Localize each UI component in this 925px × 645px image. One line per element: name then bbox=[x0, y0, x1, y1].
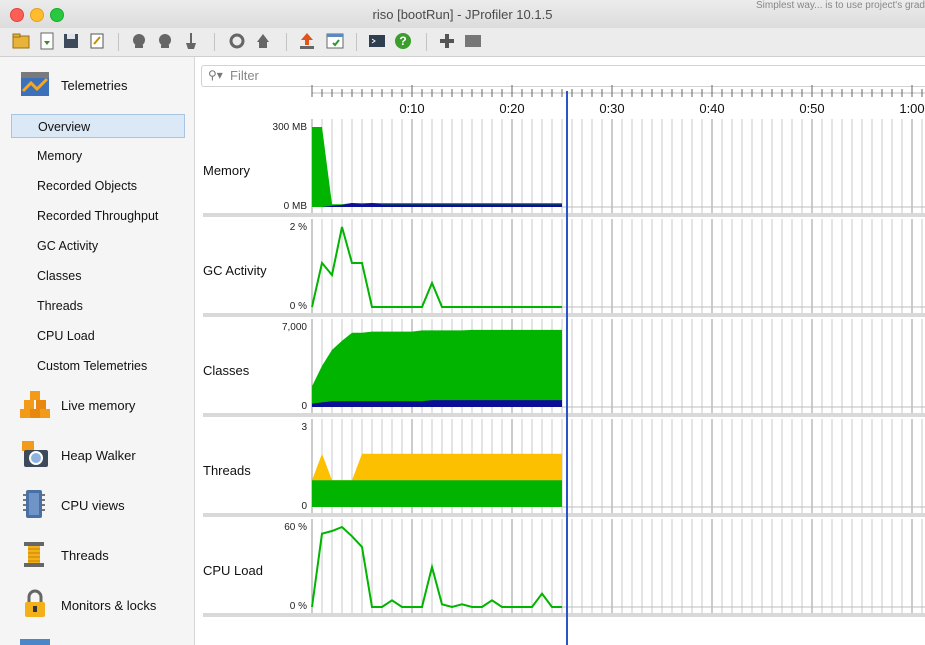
live-memory-icon bbox=[20, 391, 50, 418]
sidebar-item-custom-telemetries[interactable]: Custom Telemetries bbox=[11, 354, 185, 378]
threads-ytick-max: 3 bbox=[301, 422, 307, 433]
sidebar-item-recorded-objects[interactable]: Recorded Objects bbox=[11, 174, 185, 198]
sidebar-item-memory[interactable]: Memory bbox=[11, 144, 185, 168]
svg-text:?: ? bbox=[399, 34, 406, 48]
gc-activity-series-line bbox=[311, 226, 562, 308]
import-icon[interactable] bbox=[38, 32, 56, 50]
row-separator bbox=[203, 313, 925, 317]
cpu-ytick-max: 60 % bbox=[284, 522, 307, 533]
lock-icon bbox=[25, 589, 45, 617]
add-view-icon[interactable] bbox=[326, 32, 344, 50]
broom-icon[interactable] bbox=[182, 32, 200, 50]
threads-ytick-min: 0 bbox=[301, 501, 307, 512]
classes-row-label: Classes bbox=[203, 363, 250, 378]
sidebar: Telemetries Overview Memory Recorded Obj… bbox=[0, 57, 195, 645]
sidebar-item-classes[interactable]: Classes bbox=[11, 264, 185, 288]
memory-ytick-max: 300 MB bbox=[272, 122, 307, 133]
open-session-icon[interactable] bbox=[12, 32, 30, 50]
sidebar-item-recorded-throughput[interactable]: Recorded Throughput bbox=[11, 204, 185, 228]
sidebar-item-overview[interactable]: Overview bbox=[11, 114, 185, 138]
classes-ytick-max: 7,000 bbox=[281, 322, 307, 333]
refresh-icon[interactable] bbox=[228, 32, 246, 50]
row-separator bbox=[203, 513, 925, 517]
classes-ytick-min: 0 bbox=[301, 401, 307, 412]
row-separator bbox=[203, 613, 925, 617]
threads-chart bbox=[203, 419, 925, 517]
export-icon[interactable] bbox=[298, 32, 316, 50]
telemetry-charts bbox=[203, 91, 925, 645]
edit-icon[interactable] bbox=[88, 32, 106, 50]
snapshot-icon[interactable] bbox=[254, 32, 272, 50]
section-monitors-locks[interactable]: Monitors & locks bbox=[0, 585, 194, 625]
terminal-icon[interactable] bbox=[368, 32, 386, 50]
sidebar-item-threads[interactable]: Threads bbox=[11, 294, 185, 318]
memory-series-1-area bbox=[312, 127, 562, 207]
row-separator bbox=[203, 413, 925, 417]
help-icon[interactable]: ? bbox=[394, 32, 412, 50]
threads-series-2-area bbox=[312, 480, 562, 507]
cpu-ytick-min: 0 % bbox=[289, 601, 307, 612]
gc-ytick-min: 0 % bbox=[289, 301, 307, 312]
toolbar: ? bbox=[0, 28, 925, 57]
save-icon[interactable] bbox=[62, 32, 80, 50]
partial-section-icon bbox=[20, 639, 50, 645]
section-threads[interactable]: Threads bbox=[0, 535, 194, 575]
cpu-icon bbox=[23, 490, 45, 518]
sidebar-item-gc-activity[interactable]: GC Activity bbox=[11, 234, 185, 258]
title-bar: riso [bootRun] - JProfiler 10.1.5 Simple… bbox=[0, 0, 925, 29]
threads-spool-icon bbox=[24, 542, 44, 567]
overview-panel: ⚲▾ 0:100:200:300:400:501:00 Memory GC Ac… bbox=[195, 57, 925, 645]
gc-activity-row-label: GC Activity bbox=[203, 263, 267, 278]
recording-icon[interactable] bbox=[130, 32, 148, 50]
gc-activity-chart bbox=[203, 219, 925, 317]
telemetries-icon bbox=[21, 72, 49, 96]
memory-ytick-min: 0 MB bbox=[283, 201, 307, 212]
background-window-text: Simplest way... is to use project's grad bbox=[755, 0, 925, 11]
recording-2-icon[interactable] bbox=[156, 32, 174, 50]
add-icon[interactable] bbox=[438, 32, 456, 50]
threads-row-label: Threads bbox=[203, 463, 251, 478]
cpu-load-chart bbox=[203, 519, 925, 617]
camera-icon bbox=[22, 441, 48, 467]
memory-chart bbox=[203, 119, 925, 217]
cpu-load-row-label: CPU Load bbox=[203, 563, 263, 578]
section-heap-walker[interactable]: Heap Walker bbox=[0, 435, 194, 475]
panel-icon[interactable] bbox=[464, 32, 482, 50]
section-cpu-views[interactable]: CPU views bbox=[0, 485, 194, 525]
row-separator bbox=[203, 213, 925, 217]
sidebar-item-cpu-load[interactable]: CPU Load bbox=[11, 324, 185, 348]
classes-series-1-area bbox=[312, 329, 562, 407]
classes-chart bbox=[203, 319, 925, 417]
section-telemetries[interactable]: Telemetries bbox=[0, 65, 194, 105]
memory-row-label: Memory bbox=[203, 163, 250, 178]
gc-ytick-max: 2 % bbox=[289, 222, 307, 233]
cpu-load-series-line bbox=[311, 525, 562, 609]
section-live-memory[interactable]: Live memory bbox=[0, 385, 194, 425]
